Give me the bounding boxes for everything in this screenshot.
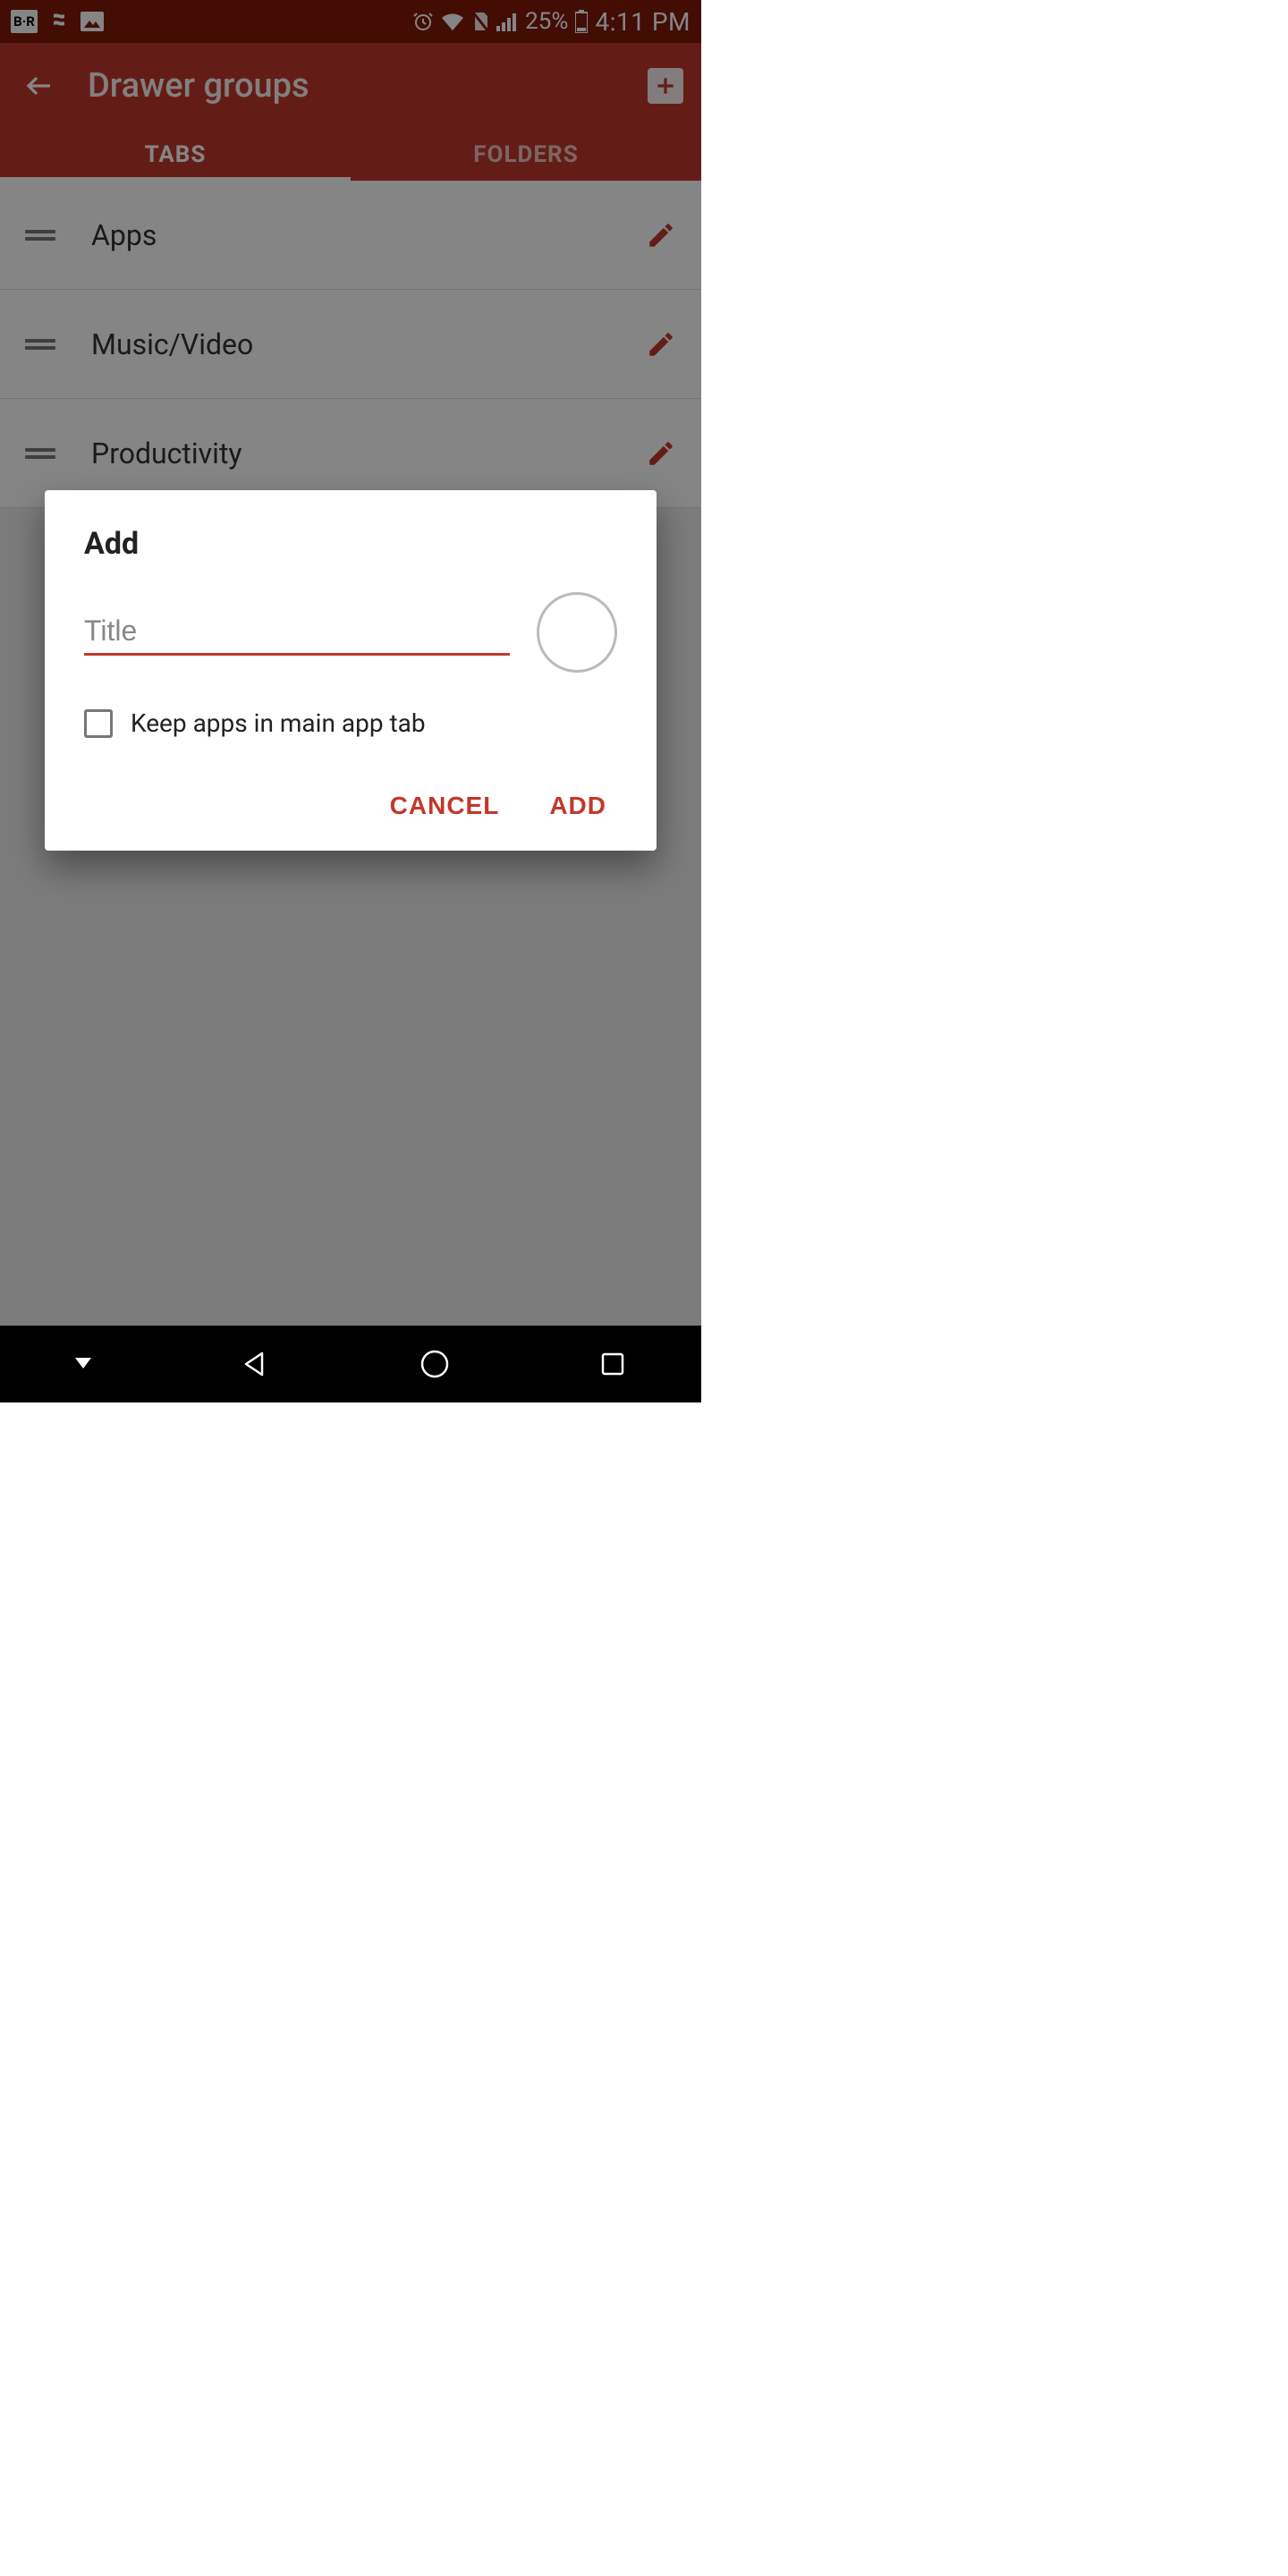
add-dialog: Add Keep apps in main app tab CANCEL ADD (45, 490, 657, 851)
cancel-button[interactable]: CANCEL (390, 792, 500, 820)
nav-recents-button[interactable] (599, 1351, 626, 1377)
nav-back-button[interactable] (241, 1350, 269, 1378)
nav-caret-icon[interactable] (75, 1358, 91, 1370)
dialog-title: Add (45, 526, 657, 592)
title-input[interactable] (84, 609, 510, 656)
keep-apps-label: Keep apps in main app tab (131, 708, 426, 738)
color-picker-button[interactable] (537, 592, 617, 673)
keep-apps-checkbox[interactable] (84, 709, 113, 738)
android-nav-bar (0, 1326, 701, 1402)
nav-home-button[interactable] (419, 1349, 450, 1379)
add-button[interactable]: ADD (549, 792, 606, 820)
